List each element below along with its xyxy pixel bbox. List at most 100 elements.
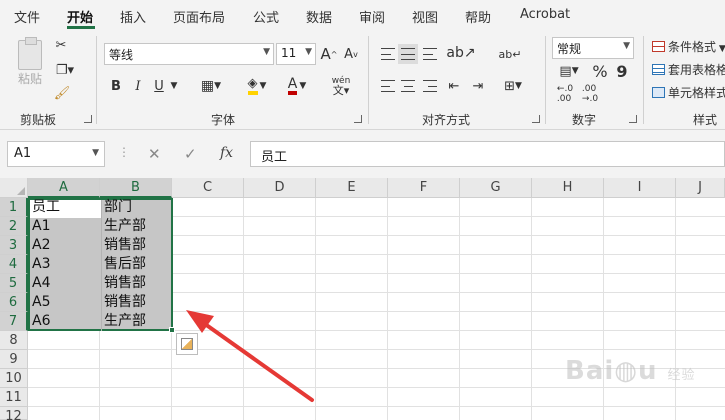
fill-bucket-icon: ◈: [247, 77, 258, 95]
italic-button[interactable]: I: [130, 76, 146, 96]
watermark-suffix: 经验: [667, 368, 696, 383]
alignment-launcher-icon[interactable]: [532, 115, 540, 123]
tab-home[interactable]: 开始: [67, 7, 93, 26]
merge-cells-icon: ⊞: [504, 78, 515, 94]
bold-button[interactable]: B: [108, 76, 124, 96]
name-box-value: A1: [14, 146, 32, 161]
number-format-value: 常规: [557, 42, 582, 56]
decrease-indent-icon[interactable]: ⇤: [444, 76, 464, 96]
align-bottom-button[interactable]: [420, 44, 440, 64]
menu-bar: 文件 开始 插入 页面布局 公式 数据 审阅 视图 帮助 Acrobat: [0, 0, 725, 30]
tab-page-layout[interactable]: 页面布局: [173, 7, 225, 26]
formula-content: 员工: [261, 150, 288, 165]
watermark-text: Bai: [565, 356, 615, 386]
group-separator: [368, 36, 369, 124]
align-left-icon: [381, 80, 395, 92]
font-color-icon: A: [287, 77, 298, 95]
more-options-icon: ⋮: [118, 145, 130, 159]
tab-view[interactable]: 视图: [412, 7, 438, 26]
font-launcher-icon[interactable]: [354, 115, 362, 123]
chevron-down-icon: ▼: [305, 47, 312, 57]
formula-bar: A1 ▼ ⋮ ✕ ✓ fx 员工: [0, 130, 725, 178]
chevron-down-icon: ▼: [263, 47, 270, 57]
tab-data[interactable]: 数据: [306, 7, 332, 26]
shrink-font-icon: A: [344, 46, 354, 62]
format-as-table-button[interactable]: 套用表格格: [652, 61, 725, 78]
comma-style-button[interactable]: 9: [614, 61, 630, 81]
shrink-font-button[interactable]: Av: [342, 44, 360, 64]
orientation-button[interactable]: ab↗: [446, 43, 476, 63]
tab-help[interactable]: 帮助: [465, 7, 491, 26]
group-label-styles: 样式: [693, 113, 718, 127]
group-label-number: 数字: [572, 113, 597, 127]
copy-icon[interactable]: ❐▾: [53, 61, 77, 79]
insert-function-button[interactable]: fx: [220, 145, 233, 161]
paste-label: 粘贴: [17, 71, 42, 86]
group-label-alignment: 对齐方式: [422, 113, 471, 127]
name-box[interactable]: A1 ▼: [7, 141, 105, 167]
orientation-icon: ab↗: [446, 45, 476, 61]
group-label-clipboard: 剪贴板: [20, 113, 57, 127]
cut-icon[interactable]: ✂: [53, 36, 69, 54]
chevron-down-icon: ▼: [92, 148, 99, 158]
grow-font-button[interactable]: A ^: [320, 44, 338, 64]
formula-input[interactable]: 员工: [250, 141, 725, 167]
cell-styles-label: 单元格样式: [668, 86, 725, 100]
align-right-button[interactable]: [420, 76, 440, 96]
align-center-icon: [401, 80, 415, 92]
baidu-watermark-logo: Bai◍u 经验: [565, 356, 696, 386]
chevron-down-icon: ▼: [623, 41, 630, 51]
paste-button[interactable]: [15, 37, 45, 72]
group-separator: [643, 36, 644, 124]
align-left-button[interactable]: [378, 76, 398, 96]
align-middle-button[interactable]: [398, 44, 418, 64]
accounting-format-button[interactable]: ▤ ▼: [553, 61, 585, 81]
increase-indent-icon[interactable]: ⇥: [468, 76, 488, 96]
wrap-text-icon: ab↵: [498, 48, 522, 61]
borders-button[interactable]: ▦ ▼: [195, 76, 227, 96]
number-format-select[interactable]: 常规 ▼: [552, 37, 634, 59]
tab-review[interactable]: 审阅: [359, 7, 385, 26]
ribbon: 粘贴 ✂ ❐▾ 🖌 剪贴板 等线 ▼ 11 ▼ A ^ Av B I U ▼ ▦ ▼…: [0, 30, 725, 130]
active-tab-indicator: [67, 26, 95, 29]
format-painter-icon[interactable]: 🖌: [53, 84, 71, 102]
chevron-down-icon[interactable]: ▼: [169, 78, 179, 94]
increase-decimal-icon[interactable]: ←.0.00: [553, 84, 577, 104]
tab-acrobat[interactable]: Acrobat: [520, 7, 570, 22]
font-color-button[interactable]: A ▼: [280, 74, 314, 98]
number-launcher-icon[interactable]: [629, 115, 637, 123]
font-size-select[interactable]: 11 ▼: [276, 43, 316, 65]
align-center-button[interactable]: [398, 76, 418, 96]
conditional-formatting-button[interactable]: 条件格式 ▼: [652, 38, 725, 55]
group-separator: [96, 36, 97, 124]
group-separator: [545, 36, 546, 124]
confirm-entry-icon[interactable]: ✓: [184, 145, 197, 163]
wrap-text-button[interactable]: ab↵: [498, 43, 522, 67]
underline-button[interactable]: U: [151, 76, 167, 96]
cell-styles-button[interactable]: 单元格样式: [652, 84, 725, 101]
phonetic-guide-button[interactable]: wén 文▾: [324, 74, 358, 98]
align-top-button[interactable]: [378, 44, 398, 64]
format-as-table-label: 套用表格格: [668, 63, 725, 77]
grow-font-icon: A: [320, 45, 331, 63]
tab-formulas[interactable]: 公式: [253, 7, 279, 26]
percent-style-button[interactable]: %: [590, 61, 610, 81]
arrow-shaft: [203, 322, 314, 402]
cancel-entry-icon[interactable]: ✕: [148, 145, 161, 163]
table-style-icon: [652, 64, 665, 75]
cell-style-icon: [652, 87, 665, 98]
fill-color-button[interactable]: ◈ ▼: [240, 74, 274, 98]
align-middle-icon: [401, 48, 415, 60]
tab-file[interactable]: 文件: [14, 7, 40, 26]
borders-icon: ▦: [200, 78, 215, 94]
merge-center-button[interactable]: ⊞ ▼: [498, 76, 528, 96]
phonetic-char-icon: 文▾: [332, 84, 350, 97]
decrease-decimal-icon[interactable]: .00 →.0: [578, 84, 602, 104]
tab-insert[interactable]: 插入: [120, 7, 146, 26]
currency-icon: ▤: [559, 63, 572, 79]
font-size-value: 11: [281, 46, 297, 60]
clipboard-launcher-icon[interactable]: [84, 115, 92, 123]
font-name-select[interactable]: 等线 ▼: [104, 43, 274, 65]
conditional-format-icon: [652, 41, 665, 52]
conditional-formatting-label: 条件格式: [668, 40, 717, 54]
